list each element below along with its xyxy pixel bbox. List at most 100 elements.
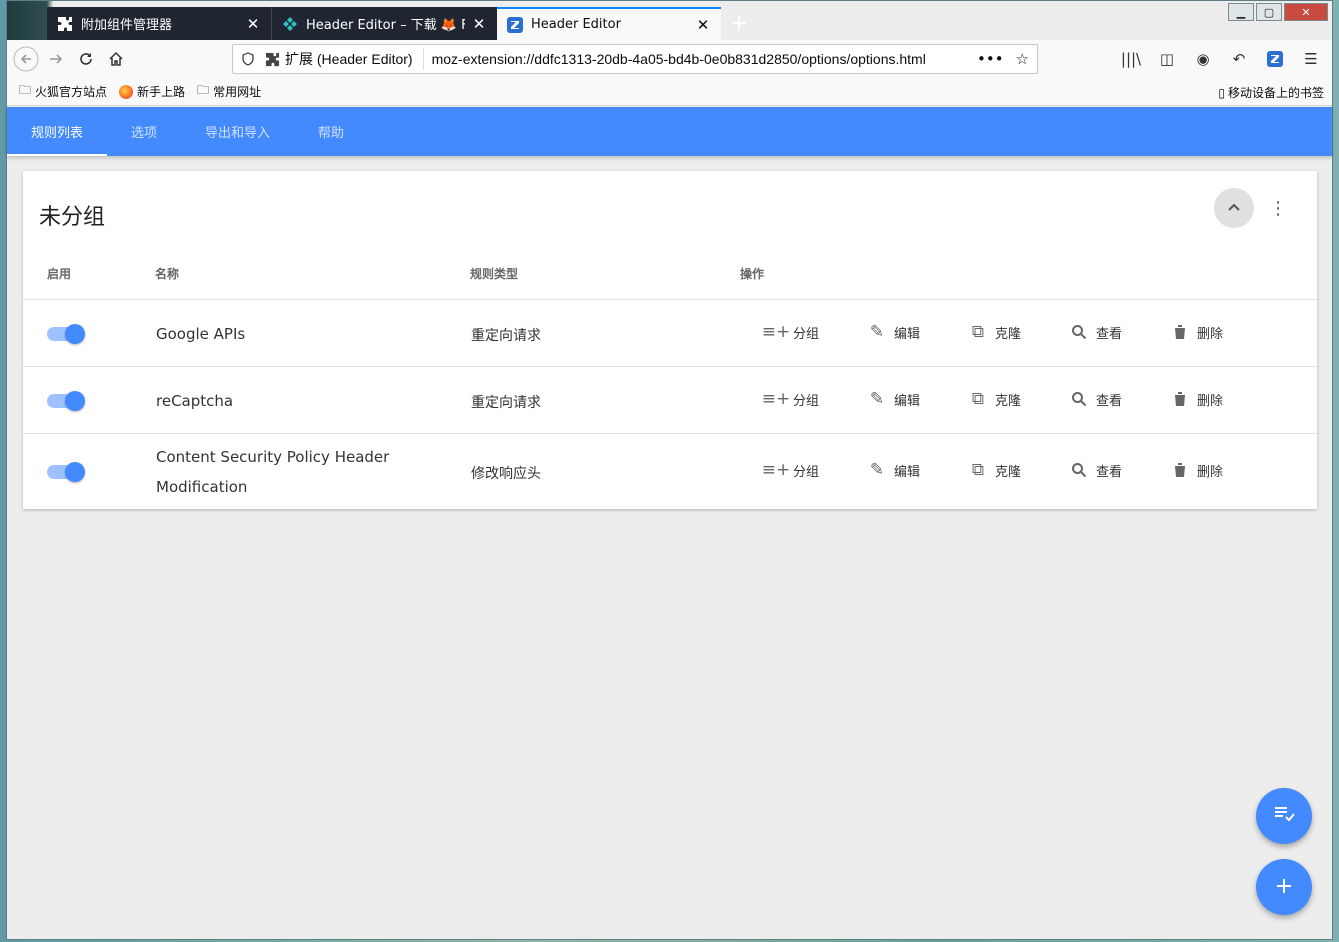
copy-icon: ⧉ [971,322,985,342]
folder-icon: 🗀 [197,83,210,97]
bookmark-folder-official[interactable]: 🗀 火狐官方站点 [19,81,107,102]
header-editor-toolbar-icon[interactable] [1260,44,1290,74]
trash-icon [1169,321,1191,343]
action-label: 克隆 [995,393,1022,409]
sidebar-icon[interactable]: ◫ [1152,44,1182,74]
account-icon[interactable]: ◉ [1188,44,1218,74]
home-icon[interactable] [101,44,131,74]
bookmark-getting-started[interactable]: 新手上路 [119,83,185,100]
table-row: Content Security Policy Header Modificat… [23,434,1317,509]
table-row: Google APIs 重定向请求 ≡+ 分组 ✎ 编辑 ⧉ 克隆 查看 删除 [23,300,1317,367]
tab-export-import[interactable]: 导出和导入 [181,107,294,156]
tab-addons-manager[interactable]: 附加组件管理器 ✕ [47,7,271,40]
group-button[interactable]: ≡+ 分组 [762,459,820,481]
rule-type: 修改响应头 [471,466,541,482]
tab-title: 附加组件管理器 [81,18,173,33]
puzzle-icon [57,16,73,32]
tab-options[interactable]: 选项 [107,107,181,156]
bookmarks-toolbar: 🗀 火狐官方站点 新手上路 🗀 常用网址 ▯ 移动设备上的书签 [7,78,1332,106]
library-icon[interactable]: |||\ [1116,44,1146,74]
tab-header-editor-download[interactable]: Header Editor – 下载 🦊 Firefox ✕ [271,7,497,40]
delete-button[interactable]: 删除 [1169,459,1223,481]
enable-toggle[interactable] [47,324,85,344]
add-rule-fab[interactable] [1256,859,1312,915]
search-icon [1068,321,1090,343]
table-row: reCaptcha 重定向请求 ≡+ 分组 ✎ 编辑 ⧉ 克隆 查看 删除 [23,367,1317,434]
collapse-button[interactable] [1214,188,1254,228]
action-label: 编辑 [894,326,921,342]
plus-icon [1275,873,1293,901]
edit-button[interactable]: ✎ 编辑 [866,388,920,410]
minimize-icon[interactable]: ▁ [1228,3,1254,21]
edit-button[interactable]: ✎ 编辑 [866,321,920,343]
extension-identity[interactable]: 扩展 (Header Editor) [259,48,424,70]
tab-help[interactable]: 帮助 [294,107,368,156]
view-button[interactable]: 查看 [1068,321,1122,343]
trash-icon [1169,459,1191,481]
col-type: 规则类型 [470,267,519,281]
action-label: 克隆 [995,464,1022,480]
bookmark-label: 常用网址 [213,85,262,99]
menu-icon[interactable]: ☰ [1296,44,1326,74]
bookmark-star-icon[interactable]: ☆ [1016,50,1029,68]
clone-button[interactable]: ⧉ 克隆 [967,321,1021,343]
action-label: 删除 [1197,464,1224,480]
reload-icon[interactable] [71,44,101,74]
url-bar[interactable]: 扩展 (Header Editor) moz-extension://ddfc1… [232,44,1038,74]
group-title: 未分组 [39,205,106,230]
close-tab-icon[interactable]: ✕ [471,15,487,33]
group-button[interactable]: ≡+ 分组 [761,388,819,410]
playlist-add-icon: ≡+ [761,389,791,409]
toolbar-right: |||\ ◫ ◉ ↶ ☰ [1116,44,1326,74]
puzzle-icon [265,52,280,67]
search-icon [1068,388,1090,410]
col-actions: 操作 [740,267,765,281]
tab-rules-list[interactable]: 规则列表 [7,107,108,156]
close-tab-icon[interactable]: ✕ [245,15,261,33]
search-icon [1068,459,1090,481]
undo-icon[interactable]: ↶ [1224,44,1254,74]
action-label: 删除 [1197,326,1224,342]
tab-title: Header Editor – 下载 🦊 Firefox [306,18,465,33]
page-actions-icon[interactable]: ••• [977,50,1004,68]
folder-icon: 🗀 [19,83,32,97]
more-vert-icon[interactable]: ⋮ [1268,193,1288,223]
action-label: 编辑 [894,464,921,480]
batch-select-fab[interactable] [1256,788,1312,844]
playlist-add-icon: ≡+ [761,322,791,342]
tab-header-editor[interactable]: Header Editor ✕ [497,7,721,40]
chevron-up-icon [1227,199,1241,218]
edit-button[interactable]: ✎ 编辑 [866,459,920,481]
clone-button[interactable]: ⧉ 克隆 [967,388,1021,410]
maximize-icon[interactable]: ▢ [1256,3,1282,21]
enable-toggle[interactable] [47,391,85,411]
tab-title: Header Editor [531,17,621,32]
delete-button[interactable]: 删除 [1169,321,1223,343]
new-tab-button[interactable]: + [725,9,753,37]
bookmark-label: 新手上路 [137,85,186,99]
close-tab-icon[interactable]: ✕ [695,16,711,34]
rule-name: reCaptcha [156,392,234,410]
clone-button[interactable]: ⧉ 克隆 [967,459,1021,481]
trash-icon [1169,388,1191,410]
delete-button[interactable]: 删除 [1169,388,1223,410]
mobile-bookmarks[interactable]: ▯ 移动设备上的书签 [1218,84,1324,101]
rule-name: Google APIs [156,325,246,343]
action-label: 分组 [793,464,820,480]
url-text[interactable]: moz-extension://ddfc1313-20db-4a05-bd4b-… [424,51,977,67]
copy-icon: ⧉ [971,460,985,480]
group-button[interactable]: ≡+ 分组 [761,321,820,343]
shield-icon[interactable] [241,52,255,66]
close-window-icon[interactable]: ✕ [1284,3,1328,21]
view-button[interactable]: 查看 [1068,388,1122,410]
action-label: 分组 [793,326,820,342]
back-icon[interactable] [11,44,41,74]
view-button[interactable]: 查看 [1068,459,1122,481]
addon-icon [282,16,298,32]
enable-toggle[interactable] [47,462,85,482]
bookmark-folder-common[interactable]: 🗀 常用网址 [197,81,261,102]
phone-icon: ▯ [1218,85,1225,100]
forward-icon[interactable] [41,44,71,74]
extension-label: 扩展 (Header Editor) [285,51,413,67]
col-name: 名称 [155,267,180,281]
